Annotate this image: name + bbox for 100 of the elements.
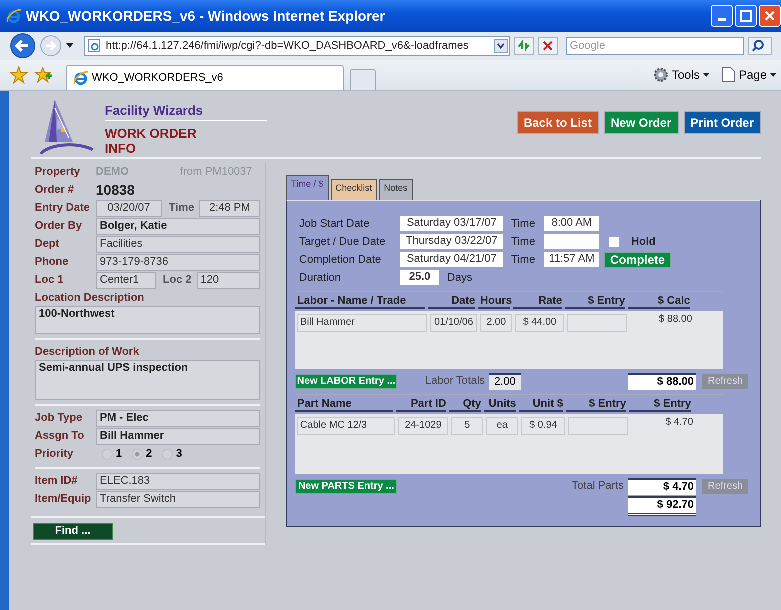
text-area[interactable]: 100-Northwest [35, 306, 260, 334]
logo-drawing [39, 101, 95, 155]
text-field[interactable]: PM - Elec [96, 410, 260, 426]
text-field[interactable]: Transfer Switch [96, 490, 260, 508]
search-field[interactable]: Google [566, 37, 744, 55]
close-button[interactable] [759, 5, 781, 27]
gear-icon [652, 67, 669, 83]
dropdown-icon[interactable] [494, 39, 508, 53]
new-tab-button[interactable] [350, 69, 376, 90]
table-cell[interactable]: ea [486, 417, 518, 435]
totals-hours: 2.00 [489, 372, 522, 390]
caret-icon[interactable] [66, 43, 74, 49]
address-bar[interactable]: htt:p://64.1.127.246/fmi/iwp/cgi?-db=WKO_DASHBOARD_v6&-loadframes [84, 36, 510, 56]
column-header: Hours [478, 295, 510, 309]
stop-button[interactable] [538, 37, 558, 55]
text-field[interactable]: Center1 [96, 272, 156, 288]
time-field[interactable]: 11:57 AM [544, 252, 600, 267]
tab[interactable]: Time / $ [286, 175, 329, 200]
text-field[interactable]: Bolger, Katie [96, 218, 260, 234]
caret-icon [702, 72, 710, 78]
text-field[interactable]: Bill Hammer [96, 428, 260, 444]
star-icon[interactable] [10, 66, 28, 84]
page-icon [722, 67, 736, 83]
add-favorite-icon[interactable] [34, 66, 52, 84]
field-label: Job Type [35, 412, 84, 424]
text-field[interactable]: 973-179-8736 [96, 254, 260, 270]
field-label: Job Start Date [298, 218, 371, 230]
field-value: DEMO [96, 166, 129, 178]
table-cell[interactable]: $ 0.94 [521, 417, 566, 435]
field-label: Order By [35, 220, 84, 232]
browser-tab[interactable]: WKO_WORKORDERS_v6 [66, 65, 344, 90]
time-field[interactable]: 8:00 AM [544, 216, 600, 231]
table-cell[interactable]: 01/10/06 [430, 314, 478, 332]
checkbox[interactable] [609, 236, 620, 246]
text-field[interactable]: 2:48 PM [199, 200, 260, 216]
minimize-button[interactable] [711, 5, 733, 27]
field-label: Target / Due Date [298, 236, 387, 248]
field-label: Item ID# [35, 475, 79, 487]
new-entry-button[interactable]: New PARTS Entry ... [295, 478, 398, 494]
field-label: Loc 1 [35, 274, 65, 286]
total-amount: $ 88.00 [628, 372, 696, 390]
text-field[interactable]: ELEC.183 [96, 472, 260, 490]
tab[interactable]: Notes [379, 179, 413, 200]
radio-option[interactable]: 1 [102, 448, 122, 460]
text-field[interactable]: 120 [196, 272, 260, 288]
action-button[interactable]: New Order [604, 111, 679, 134]
order-number: 10838 [96, 182, 135, 198]
field-label: Dept [35, 238, 60, 250]
field-label: Time [510, 236, 536, 248]
field-label: Duration [298, 272, 342, 284]
column-header: Unit $ [519, 398, 564, 412]
field-label: Entry Date [35, 202, 92, 214]
table-cell[interactable]: $ 44.00 [515, 314, 564, 332]
search-button[interactable] [748, 37, 772, 55]
field-label: Phone [35, 256, 70, 268]
toolbar-menu[interactable]: Tools [652, 67, 710, 83]
table-cell[interactable] [568, 417, 628, 435]
action-button[interactable]: Back to List [516, 111, 599, 134]
grand-total: $ 92.70 [628, 496, 696, 516]
maximize-button[interactable] [735, 5, 757, 27]
field-label: Location Description [35, 292, 146, 304]
column-header: Qty [449, 398, 482, 412]
table-cell[interactable]: Bill Hammer [297, 314, 428, 332]
field-label: Completion Date [298, 254, 382, 266]
field-label: Property [35, 166, 82, 178]
text-field[interactable]: Facilities [96, 236, 260, 252]
table-cell[interactable]: 2.00 [480, 314, 512, 332]
field-label: Time [510, 254, 536, 266]
table-cell[interactable]: 24-1029 [398, 417, 448, 435]
find-button[interactable]: Find ... [33, 522, 113, 540]
text-area[interactable]: Semi-annual UPS inspection [35, 360, 260, 400]
time-field[interactable] [544, 234, 600, 249]
field-label: Loc 2 [163, 274, 192, 286]
duration-field[interactable]: 25.0 [400, 270, 440, 285]
caret-icon [770, 72, 777, 78]
field-label: Assgn To [35, 430, 86, 442]
table-cell-text: $ 88.00 [658, 314, 692, 325]
tab[interactable]: Checklist [330, 179, 378, 200]
source-note: from PM10037 [180, 166, 252, 178]
date-field[interactable]: Saturday 03/17/07 [400, 216, 504, 231]
new-entry-button[interactable]: New LABOR Entry ... [295, 374, 398, 388]
column-header: Units [484, 398, 516, 412]
date-field[interactable]: Saturday 04/21/07 [400, 252, 504, 267]
table-cell[interactable] [567, 314, 628, 332]
field-label: Description of Work [35, 346, 140, 358]
refresh-button[interactable] [514, 37, 534, 55]
back-button[interactable] [10, 33, 36, 59]
complete-button[interactable]: Complete [604, 252, 672, 268]
action-button[interactable]: Print Order [684, 111, 761, 134]
toolbar-menu[interactable]: Page [722, 67, 777, 83]
browser-logo-icon [73, 70, 89, 86]
checkbox-label: Hold [631, 236, 656, 248]
table-cell[interactable]: 5 [451, 417, 484, 435]
column-header: $ Calc [628, 295, 690, 309]
table-cell[interactable]: Cable MC 12/3 [297, 417, 396, 435]
date-field[interactable]: Thursday 03/22/07 [400, 234, 504, 249]
column-header: Part ID [396, 398, 446, 412]
text-field[interactable]: 03/20/07 [96, 200, 162, 216]
brand-name: Facility Wizards [105, 103, 267, 121]
minimize-icon [718, 18, 726, 20]
